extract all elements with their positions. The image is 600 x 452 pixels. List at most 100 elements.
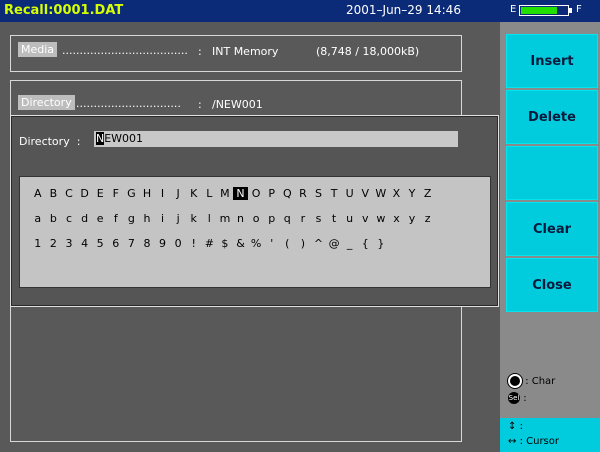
media-dots: .................................... [62, 44, 188, 57]
key-row3-1[interactable]: 2 [46, 237, 62, 250]
key-row2-14[interactable]: o [248, 212, 264, 225]
key-row2-25[interactable]: z [420, 212, 436, 225]
key-row1-0[interactable]: A [30, 187, 46, 200]
key-row1-15[interactable]: P [264, 187, 280, 200]
rotary-knob-icon [508, 374, 522, 388]
key-row2-0[interactable]: a [30, 212, 46, 225]
key-row2-7[interactable]: h [139, 212, 155, 225]
delete-button[interactable]: Delete [506, 90, 598, 144]
key-row1-13[interactable]: N [232, 187, 249, 200]
key-row3-6[interactable]: 7 [124, 237, 140, 250]
key-row2-8[interactable]: i [155, 212, 171, 225]
key-row1-17[interactable]: R [295, 187, 311, 200]
battery-full-label: F [576, 4, 582, 15]
key-row2-6[interactable]: g [124, 212, 140, 225]
leftright-legend-text: : Cursor [519, 436, 559, 447]
media-sep: : [198, 45, 202, 58]
key-row1-22[interactable]: W [373, 187, 389, 200]
key-row1-21[interactable]: V [357, 187, 373, 200]
select-key-icon: Sel [508, 392, 520, 404]
key-row2-3[interactable]: d [77, 212, 93, 225]
key-row3-9[interactable]: 0 [170, 237, 186, 250]
key-row3-21[interactable]: { [357, 237, 373, 250]
key-row1-14[interactable]: O [248, 187, 264, 200]
knob-legend: : Char [508, 374, 555, 388]
key-row1-2[interactable]: C [61, 187, 77, 200]
key-row1-25[interactable]: Z [420, 187, 436, 200]
title-bar: Recall:0001.DAT 2001–Jun–29 14:46 E F [0, 0, 600, 22]
directory-sep: : [198, 98, 202, 111]
key-row2-9[interactable]: j [170, 212, 186, 225]
key-row3-10[interactable]: ! [186, 237, 202, 250]
key-row2-11[interactable]: l [202, 212, 218, 225]
key-row3-5[interactable]: 6 [108, 237, 124, 250]
key-row1-9[interactable]: J [170, 187, 186, 200]
leftright-legend: ↔ : Cursor [508, 436, 559, 447]
key-row2-4[interactable]: e [92, 212, 108, 225]
close-button[interactable]: Close [506, 258, 598, 312]
key-row2-13[interactable]: n [233, 212, 249, 225]
key-row3-18[interactable]: ^ [311, 237, 327, 250]
key-row1-11[interactable]: L [202, 187, 218, 200]
media-value[interactable]: INT Memory [212, 45, 278, 58]
key-row2-23[interactable]: x [389, 212, 405, 225]
key-row2-21[interactable]: v [357, 212, 373, 225]
key-row3-2[interactable]: 3 [61, 237, 77, 250]
key-row2-20[interactable]: u [342, 212, 358, 225]
key-row2-24[interactable]: y [404, 212, 420, 225]
directory-input-text: EW001 [104, 132, 144, 145]
key-row1-16[interactable]: Q [280, 187, 296, 200]
clear-button[interactable]: Clear [506, 202, 598, 256]
key-row3-19[interactable]: @ [326, 237, 342, 250]
key-row3-13[interactable]: & [233, 237, 249, 250]
key-row2-19[interactable]: t [326, 212, 342, 225]
key-row3-12[interactable]: $ [217, 237, 233, 250]
key-row3-17[interactable]: ) [295, 237, 311, 250]
empty-softkey[interactable] [506, 146, 598, 200]
key-row3-3[interactable]: 4 [77, 237, 93, 250]
key-row3-15[interactable]: ' [264, 237, 280, 250]
key-row1-20[interactable]: U [342, 187, 358, 200]
key-row2-10[interactable]: k [186, 212, 202, 225]
dialog-sep: : [76, 135, 81, 148]
key-row2-12[interactable]: m [217, 212, 233, 225]
key-row1-8[interactable]: I [155, 187, 171, 200]
key-row2-22[interactable]: w [373, 212, 389, 225]
key-row2-2[interactable]: c [61, 212, 77, 225]
key-row1-12[interactable]: M [217, 187, 233, 200]
key-row2-15[interactable]: p [264, 212, 280, 225]
key-row3-4[interactable]: 5 [92, 237, 108, 250]
key-row1-23[interactable]: X [389, 187, 405, 200]
key-row2-18[interactable]: s [311, 212, 327, 225]
key-row1-4[interactable]: E [92, 187, 108, 200]
key-row2-1[interactable]: b [46, 212, 62, 225]
key-row1-1[interactable]: B [46, 187, 62, 200]
key-row1-19[interactable]: T [326, 187, 342, 200]
key-row1-5[interactable]: F [108, 187, 124, 200]
key-row3-11[interactable]: # [202, 237, 218, 250]
updown-legend: ↕ : [508, 421, 523, 432]
key-row3-16[interactable]: ( [280, 237, 296, 250]
key-row1-24[interactable]: Y [404, 187, 420, 200]
key-row3-8[interactable]: 9 [155, 237, 171, 250]
key-row2-16[interactable]: q [280, 212, 296, 225]
keyboard-row-symbols: 1 2 3 4 5 6 7 8 9 0! # $ &% '() ^ @ _{} [30, 237, 389, 250]
battery-tip [569, 8, 572, 13]
key-row2-17[interactable]: r [295, 212, 311, 225]
key-row3-20[interactable]: _ [342, 237, 358, 250]
battery-empty-label: E [510, 4, 517, 15]
directory-value[interactable]: /NEW001 [212, 98, 263, 111]
key-row1-7[interactable]: H [139, 187, 155, 200]
key-row1-3[interactable]: D [77, 187, 93, 200]
media-usage: (8,748 / 18,000kB) [316, 45, 420, 58]
key-row1-6[interactable]: G [124, 187, 140, 200]
key-row1-18[interactable]: S [311, 187, 327, 200]
key-row3-14[interactable]: % [248, 237, 264, 250]
key-row3-0[interactable]: 1 [30, 237, 46, 250]
directory-input[interactable]: NEW001 [94, 131, 458, 147]
key-row2-5[interactable]: f [108, 212, 124, 225]
insert-button[interactable]: Insert [506, 34, 598, 88]
key-row3-7[interactable]: 8 [139, 237, 155, 250]
key-row3-22[interactable]: } [373, 237, 389, 250]
key-row1-10[interactable]: K [186, 187, 202, 200]
